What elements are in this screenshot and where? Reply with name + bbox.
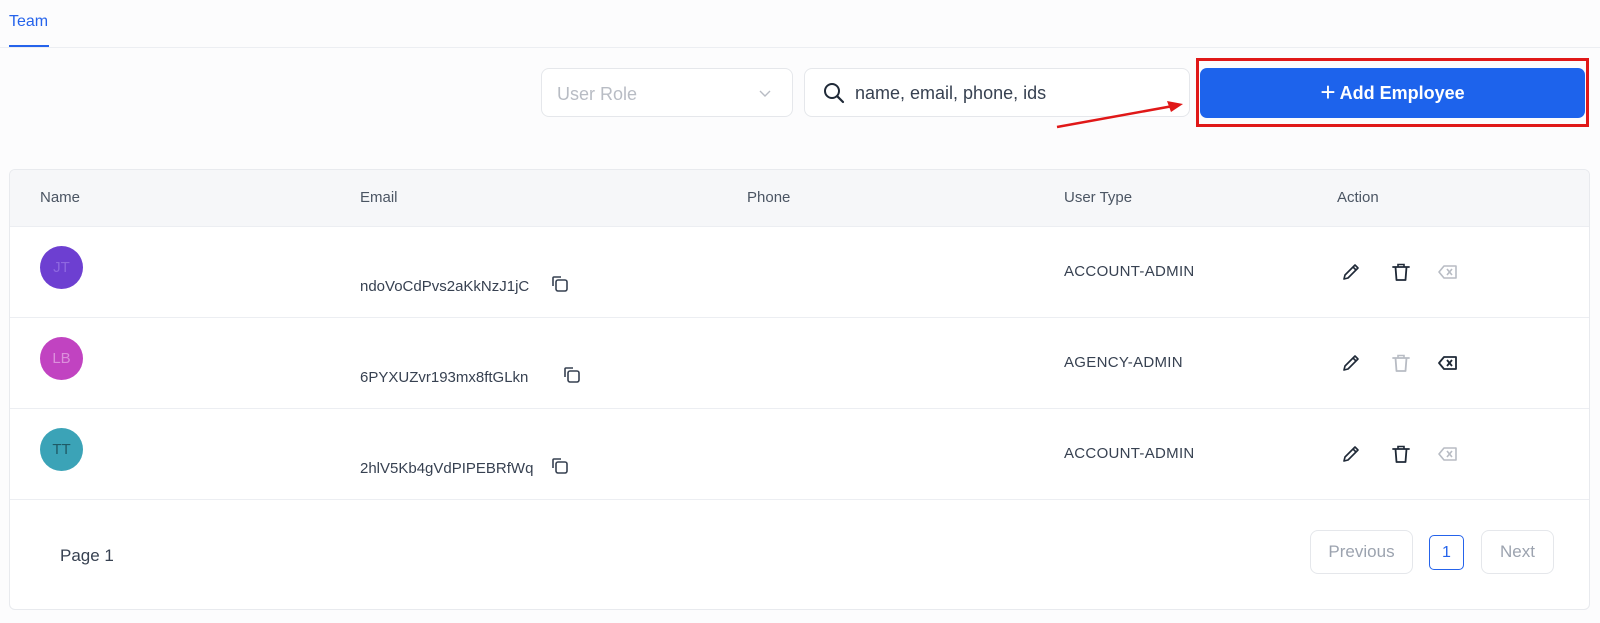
search-icon — [824, 83, 845, 104]
column-header-action: Action — [1337, 189, 1379, 206]
trash-icon[interactable] — [1390, 443, 1412, 465]
user-type-cell: ACCOUNT-ADMIN — [1064, 445, 1195, 462]
column-header-email: Email — [360, 189, 398, 206]
avatar-initials: LB — [52, 350, 71, 367]
chevron-down-icon — [759, 90, 771, 97]
copy-icon[interactable] — [550, 456, 570, 476]
plus-icon: + — [1320, 77, 1336, 107]
pencil-icon[interactable] — [1340, 443, 1362, 465]
page-number-button[interactable]: 1 — [1429, 535, 1464, 570]
table-header: Name Email Phone User Type Action — [10, 170, 1589, 227]
avatar-initials: TT — [52, 441, 71, 458]
user-role-select[interactable]: User Role — [541, 68, 793, 117]
avatar: LB — [40, 337, 83, 380]
user-type-cell: ACCOUNT-ADMIN — [1064, 263, 1195, 280]
add-employee-button[interactable]: + Add Employee — [1200, 68, 1585, 118]
add-employee-label: Add Employee — [1339, 82, 1465, 103]
pencil-icon[interactable] — [1340, 261, 1362, 283]
backspace-x-icon[interactable] — [1437, 352, 1459, 374]
trash-icon — [1392, 354, 1410, 372]
active-tab-indicator — [9, 45, 49, 47]
email-cell: 2hlV5Kb4gVdPIPEBRfWq — [360, 460, 534, 477]
avatar: TT — [40, 428, 83, 471]
table-row: LB 6PYXUZvr193mx8ftGLkn AGENCY-ADMIN — [10, 317, 1589, 409]
team-table: Name Email Phone User Type Action JT ndo… — [9, 169, 1590, 610]
tab-team[interactable]: Team — [9, 13, 48, 31]
backspace-x-icon — [1438, 447, 1457, 461]
next-button[interactable]: Next — [1481, 530, 1554, 574]
column-header-user-type: User Type — [1064, 189, 1133, 206]
user-type-cell: AGENCY-ADMIN — [1064, 354, 1183, 371]
copy-icon[interactable] — [562, 365, 582, 385]
table-row: JT ndoVoCdPvs2aKkNzJ1jC ACCOUNT-ADMIN — [10, 226, 1589, 318]
pencil-icon[interactable] — [1340, 352, 1362, 374]
annotation-arrow — [1056, 101, 1183, 129]
column-header-name: Name — [40, 189, 81, 206]
backspace-x-icon — [1438, 265, 1457, 279]
user-role-placeholder: User Role — [557, 84, 638, 104]
email-cell: ndoVoCdPvs2aKkNzJ1jC — [360, 278, 530, 295]
copy-icon[interactable] — [550, 274, 570, 294]
avatar-initials: JT — [53, 259, 70, 276]
previous-button[interactable]: Previous — [1310, 530, 1413, 574]
column-header-phone: Phone — [747, 189, 791, 206]
page-label: Page 1 — [60, 546, 114, 565]
trash-icon[interactable] — [1390, 261, 1412, 283]
avatar: JT — [40, 246, 83, 289]
pagination: Page 1 Previous 1 Next — [10, 500, 1589, 609]
tab-bar: Team — [0, 0, 1600, 48]
table-row: TT 2hlV5Kb4gVdPIPEBRfWq ACCOUNT-ADMIN — [10, 408, 1589, 500]
email-cell: 6PYXUZvr193mx8ftGLkn — [360, 369, 529, 386]
